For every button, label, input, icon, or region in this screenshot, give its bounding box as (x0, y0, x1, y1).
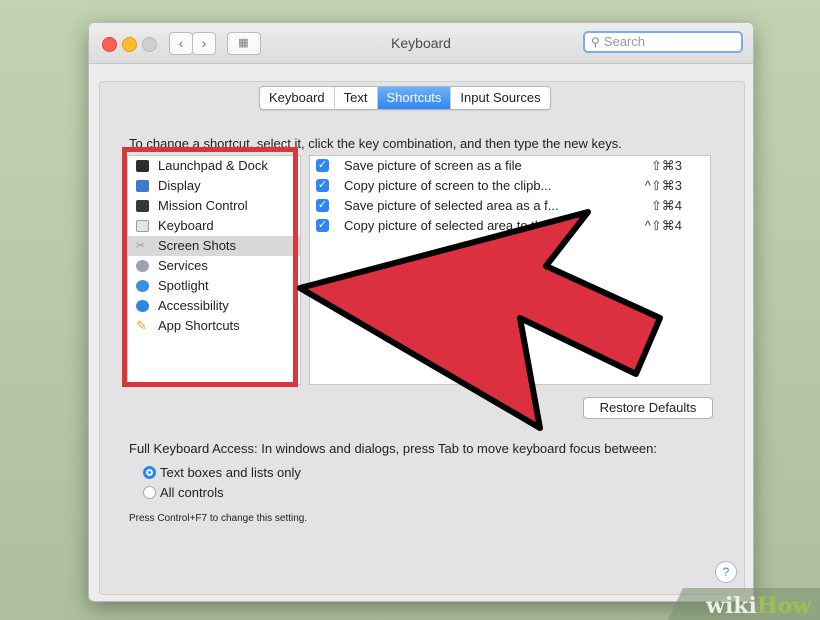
annotation-arrow-icon (297, 209, 663, 431)
watermark-logo: wikiHow (706, 593, 812, 619)
